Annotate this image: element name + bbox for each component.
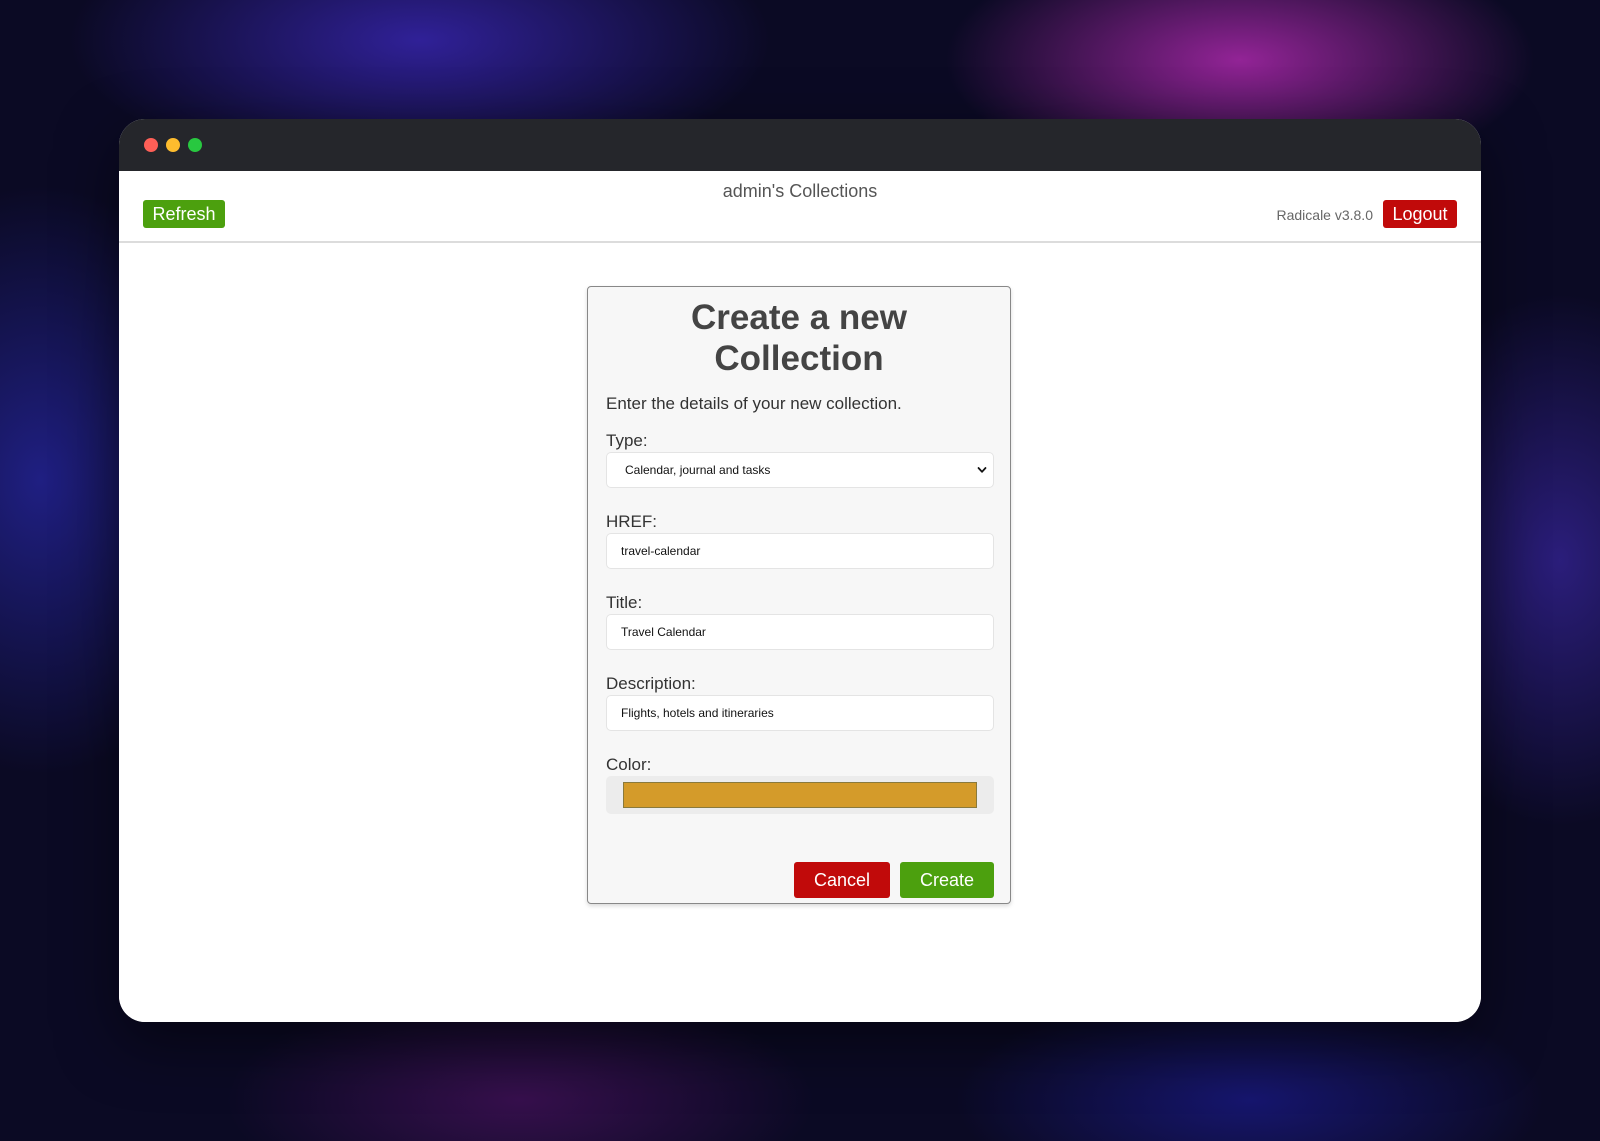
version-label: Radicale v3.8.0 xyxy=(1276,207,1373,223)
color-swatch[interactable] xyxy=(623,782,977,808)
chevron-down-icon xyxy=(977,467,987,473)
create-collection-dialog: Create a new Collection Enter the detail… xyxy=(587,286,1011,904)
minimize-window-button[interactable] xyxy=(166,138,180,152)
logout-button[interactable]: Logout xyxy=(1383,200,1457,228)
description-input[interactable] xyxy=(606,695,994,731)
href-label: HREF: xyxy=(606,512,657,531)
title-label: Title: xyxy=(606,593,643,612)
page-title: admin's Collections xyxy=(722,181,878,201)
create-button[interactable]: Create xyxy=(900,862,994,898)
dialog-title: Create a new Collection xyxy=(691,298,907,378)
color-label: Color: xyxy=(606,755,652,774)
title-input[interactable] xyxy=(606,614,994,650)
maximize-window-button[interactable] xyxy=(188,138,202,152)
cancel-button[interactable]: Cancel xyxy=(794,862,890,898)
page-content: Refresh admin's Collections Radicale v3.… xyxy=(119,171,1481,1022)
refresh-button[interactable]: Refresh xyxy=(143,200,225,228)
close-window-button[interactable] xyxy=(144,138,158,152)
type-label: Type: xyxy=(606,431,648,450)
dialog-intro: Enter the details of your new collection… xyxy=(606,394,902,413)
window-titlebar xyxy=(119,119,1481,171)
href-input[interactable] xyxy=(606,533,994,569)
page-header: Refresh admin's Collections Radicale v3.… xyxy=(119,171,1481,243)
color-picker[interactable] xyxy=(606,776,994,814)
type-select[interactable]: Calendar, journal and tasks xyxy=(606,452,994,488)
type-select-value: Calendar, journal and tasks xyxy=(625,463,771,477)
description-label: Description: xyxy=(606,674,696,693)
browser-window: Refresh admin's Collections Radicale v3.… xyxy=(119,119,1481,1022)
